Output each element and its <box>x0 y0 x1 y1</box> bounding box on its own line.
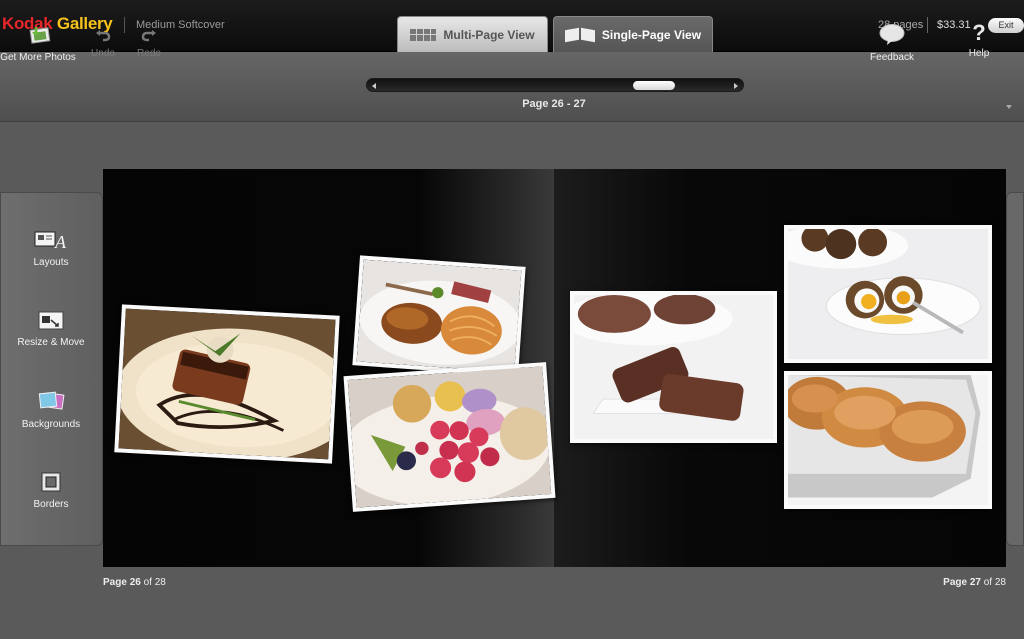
help-button[interactable]: ? Help <box>958 20 1000 60</box>
svg-text:A: A <box>54 232 67 251</box>
borders-label: Borders <box>33 499 69 510</box>
tab-single-page-label: Single-Page View <box>601 28 702 42</box>
scrub-right-arrow-icon[interactable] <box>734 83 738 89</box>
speech-bubble-icon <box>879 24 905 45</box>
bread-loaf-image <box>788 375 988 505</box>
add-photos-icon <box>29 27 51 44</box>
tab-single-page-view[interactable]: Single-Page View <box>553 16 713 53</box>
page-scrubber[interactable] <box>366 78 744 92</box>
borders-icon <box>41 472 61 492</box>
page-left-caption: Page 26 of 28 <box>103 577 166 588</box>
scotch-eggs-image <box>788 229 988 359</box>
open-book-icon <box>565 28 595 42</box>
resize-move-label: Resize & Move <box>17 337 85 348</box>
page-right-caption: Page 27 of 28 <box>943 577 1006 588</box>
photo-bread-loaf[interactable] <box>784 371 992 509</box>
photo-macarons-berries[interactable] <box>343 362 556 512</box>
grid-icon <box>410 28 437 41</box>
question-mark-icon: ? <box>972 20 986 45</box>
help-chevron-down-icon[interactable] <box>1006 105 1012 109</box>
layouts-label: Layouts <box>33 257 69 268</box>
undo-button[interactable]: Undo <box>88 26 118 59</box>
redo-icon <box>141 30 156 42</box>
layouts-icon: A <box>34 231 67 251</box>
undo-icon <box>96 30 111 42</box>
photo-salmon-dish[interactable] <box>114 304 340 464</box>
resize-move-button[interactable]: Resize & Move <box>1 311 101 348</box>
resize-move-icon <box>38 311 64 330</box>
book-spread <box>103 169 1006 567</box>
backgrounds-label: Backgrounds <box>21 419 81 430</box>
undo-label: Undo <box>91 48 115 59</box>
scrub-left-arrow-icon[interactable] <box>372 83 376 89</box>
price-divider <box>927 17 928 33</box>
photo-chocolate-cookies[interactable] <box>570 291 777 443</box>
get-more-photos-button[interactable]: Get More Photos <box>0 26 76 63</box>
backgrounds-icon <box>38 391 65 410</box>
croissant-pasta-image <box>356 259 522 373</box>
redo-button[interactable]: Redo <box>134 26 164 59</box>
tool-panel: A Layouts Resize & Move Backgrounds Bord… <box>0 192 103 546</box>
salmon-dish-image <box>118 308 336 460</box>
help-label: Help <box>968 48 990 59</box>
tab-multi-page-label: Multi-Page View <box>443 27 535 42</box>
backgrounds-button[interactable]: Backgrounds <box>1 391 101 430</box>
feedback-button[interactable]: Feedback <box>866 24 918 63</box>
page-range-label: Page 26 - 27 <box>522 98 586 110</box>
redo-label: Redo <box>137 48 161 59</box>
scrubber-thumb[interactable] <box>633 81 675 90</box>
borders-button[interactable]: Borders <box>1 471 101 510</box>
right-panel-edge <box>1006 192 1024 546</box>
tab-multi-page-view[interactable]: Multi-Page View <box>397 16 548 52</box>
chocolate-cookies-image <box>574 295 773 439</box>
macarons-berries-image <box>347 366 552 508</box>
feedback-label: Feedback <box>870 52 914 63</box>
photo-croissant-pasta[interactable] <box>352 255 526 377</box>
get-more-photos-label: Get More Photos <box>0 52 76 63</box>
brand-divider <box>124 17 125 33</box>
layouts-button[interactable]: A Layouts <box>1 229 101 268</box>
photo-scotch-eggs[interactable] <box>784 225 992 363</box>
